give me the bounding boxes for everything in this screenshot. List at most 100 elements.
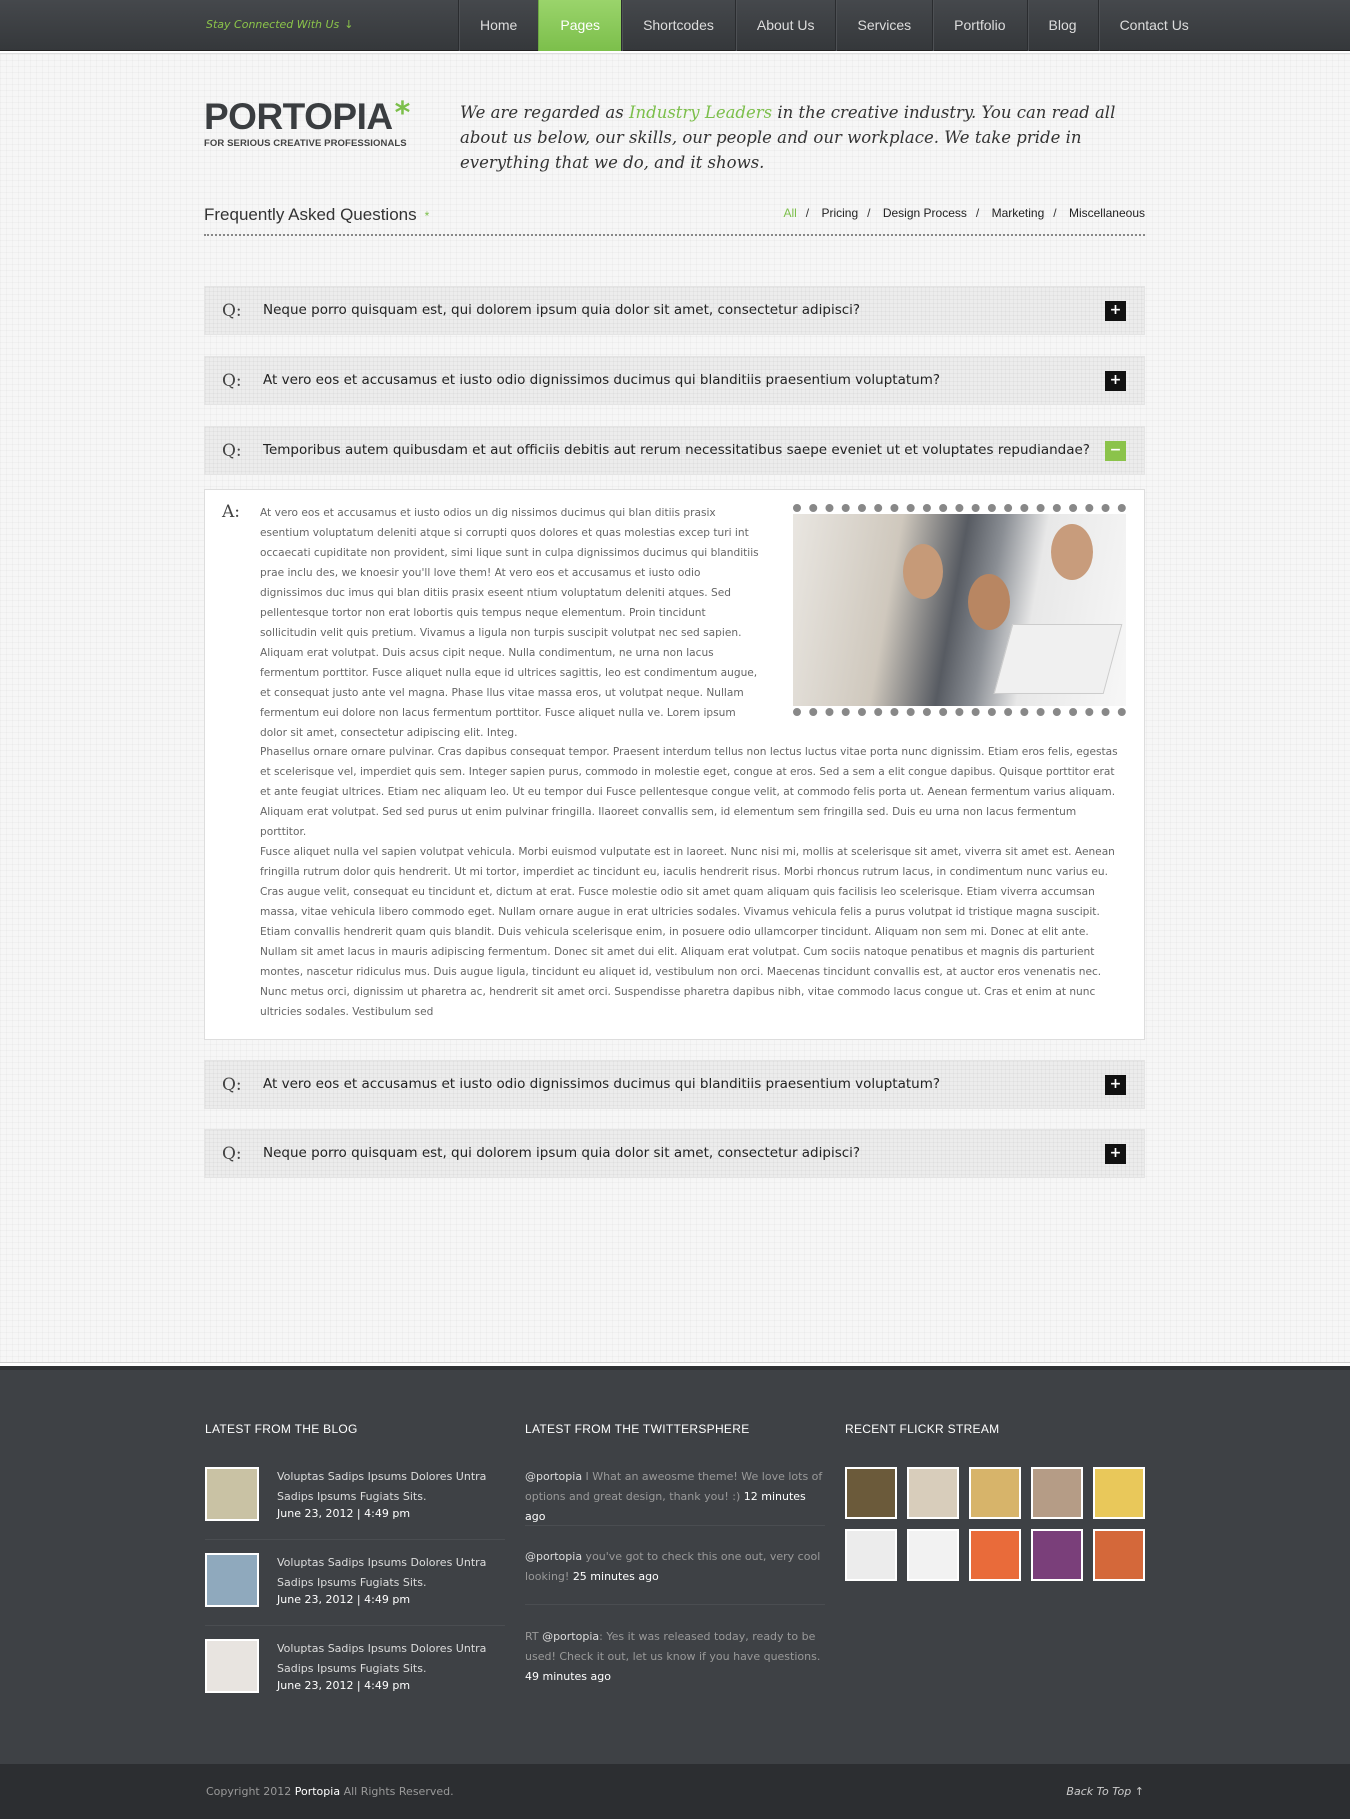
question-text: Temporibus autem quibusdam et aut offici… [263, 442, 1090, 458]
page-title: Frequently Asked Questions * [204, 205, 429, 225]
tweet-prefix: RT [525, 1630, 543, 1643]
filter-separator: / [805, 206, 810, 220]
faq-question-open[interactable]: Q: Temporibus autem quibusdam et aut off… [204, 426, 1145, 475]
flickr-thumbnail[interactable] [845, 1467, 897, 1519]
expand-plus-icon[interactable]: + [1105, 1075, 1126, 1095]
blog-thumbnail[interactable] [205, 1553, 259, 1607]
filter-pricing[interactable]: Pricing [821, 206, 858, 220]
answer-paragraph: At vero eos et accusamus et iusto odios … [260, 507, 759, 739]
nav-item-pages[interactable]: Pages [538, 0, 622, 51]
blog-post-title[interactable]: Voluptas Sadips Ipsums Dolores Untra Sad… [277, 1639, 497, 1679]
tweet-user[interactable]: @portopia [542, 1630, 599, 1643]
expand-plus-icon[interactable]: + [1105, 301, 1126, 321]
tweet-time[interactable]: 49 minutes ago [525, 1670, 611, 1683]
faq-question[interactable]: Q: At vero eos et accusamus et iusto odi… [204, 356, 1145, 405]
arrow-up-icon: ↑ [1134, 1785, 1144, 1798]
expand-plus-icon[interactable]: + [1105, 371, 1126, 391]
nav-item-portfolio[interactable]: Portfolio [932, 0, 1026, 51]
top-navigation-bar: Stay Connected With Us ↓ Home Pages Short… [0, 0, 1350, 51]
flickr-thumbnail[interactable] [1093, 1467, 1145, 1519]
divider [205, 1539, 505, 1540]
person-shape [1051, 524, 1093, 580]
question-label: Q: [222, 441, 242, 461]
faq-question[interactable]: Q: Neque porro quisquam est, qui dolorem… [204, 286, 1145, 335]
filter-marketing[interactable]: Marketing [992, 206, 1045, 220]
footer: LATEST FROM THE BLOG Voluptas Sadips Ips… [0, 1366, 1350, 1764]
laptop-shape [993, 624, 1123, 694]
stay-connected-link[interactable]: Stay Connected With Us ↓ [206, 18, 354, 31]
divider [205, 1625, 505, 1626]
expand-plus-icon[interactable]: + [1105, 1144, 1126, 1164]
footer-blog-column: LATEST FROM THE BLOG Voluptas Sadips Ips… [205, 1422, 505, 1693]
filter-separator: / [867, 206, 871, 220]
site-logo[interactable]: PORTOPIA* FOR SERIOUS CREATIVE PROFESSIO… [204, 96, 410, 149]
divider [525, 1604, 825, 1605]
copyright-brand-link[interactable]: Portopia [295, 1785, 340, 1798]
person-shape [903, 544, 943, 599]
faq-question[interactable]: Q: At vero eos et accusamus et iusto odi… [204, 1060, 1145, 1109]
nav-item-shortcodes[interactable]: Shortcodes [621, 0, 735, 51]
nav-item-contact-us[interactable]: Contact Us [1097, 0, 1210, 51]
person-shape [968, 574, 1010, 630]
flickr-thumbnail[interactable] [969, 1529, 1021, 1581]
blog-post-date: June 23, 2012 | 4:49 pm [277, 1507, 411, 1520]
team-photo [793, 504, 1126, 716]
flickr-thumbnail[interactable] [907, 1467, 959, 1519]
back-to-top-link[interactable]: Back To Top ↑ [1066, 1785, 1144, 1798]
nav-item-about-us[interactable]: About Us [734, 0, 836, 51]
back-to-top-label: Back To Top [1066, 1785, 1132, 1798]
nav-item-home[interactable]: Home [458, 0, 538, 51]
blog-post-date: June 23, 2012 | 4:49 pm [277, 1593, 411, 1606]
question-label: Q: [222, 301, 242, 321]
flickr-thumbnail[interactable] [969, 1467, 1021, 1519]
copyright-bar: Copyright 2012 Portopia All Rights Reser… [0, 1764, 1350, 1819]
question-label: Q: [222, 371, 242, 391]
blog-post[interactable]: Voluptas Sadips Ipsums Dolores Untra Sad… [205, 1553, 505, 1628]
tweet: @portopia I What an aweosme theme! We lo… [525, 1467, 825, 1527]
blog-post-title[interactable]: Voluptas Sadips Ipsums Dolores Untra Sad… [277, 1553, 497, 1593]
page-title-text: Frequently Asked Questions [204, 205, 417, 224]
intro-highlight: Industry Leaders [628, 103, 773, 122]
copyright-text: Copyright 2012 Portopia All Rights Reser… [206, 1785, 454, 1798]
footer-heading: LATEST FROM THE TWITTERSPHERE [525, 1422, 750, 1436]
question-text: Neque porro quisquam est, qui dolorem ip… [263, 1145, 861, 1161]
filter-design-process[interactable]: Design Process [883, 206, 967, 220]
question-text: Neque porro quisquam est, qui dolorem ip… [263, 302, 861, 318]
flickr-thumbnail[interactable] [1031, 1529, 1083, 1581]
divider [525, 1525, 825, 1526]
tweet: RT @portopia: Yes it was released today,… [525, 1627, 825, 1687]
blog-thumbnail[interactable] [205, 1467, 259, 1521]
logo-text: PORTOPIA [204, 96, 393, 137]
blog-post-title[interactable]: Voluptas Sadips Ipsums Dolores Untra Sad… [277, 1467, 497, 1507]
flickr-thumbnail[interactable] [845, 1529, 897, 1581]
nav-item-services[interactable]: Services [835, 0, 932, 51]
footer-heading: RECENT FLICKR STREAM [845, 1422, 1000, 1436]
blog-post[interactable]: Voluptas Sadips Ipsums Dolores Untra Sad… [205, 1467, 505, 1542]
main-nav: Home Pages Shortcodes About Us Services … [458, 0, 1210, 51]
flickr-thumbnail[interactable] [1031, 1467, 1083, 1519]
logo-tagline: FOR SERIOUS CREATIVE PROFESSIONALS [204, 138, 407, 149]
flickr-thumbnail[interactable] [907, 1529, 959, 1581]
copyright-prefix: Copyright 2012 [206, 1785, 295, 1798]
team-photo-image [793, 514, 1126, 706]
filter-all[interactable]: All [783, 206, 796, 220]
footer-twitter-column: LATEST FROM THE TWITTERSPHERE @portopia … [525, 1422, 825, 1683]
intro-text-start: We are regarded as [460, 103, 629, 122]
footer-flickr-column: RECENT FLICKR STREAM [845, 1422, 1147, 1581]
blog-post-date: June 23, 2012 | 4:49 pm [277, 1679, 411, 1692]
tweet-user[interactable]: @portopia [525, 1550, 582, 1563]
blog-post[interactable]: Voluptas Sadips Ipsums Dolores Untra Sad… [205, 1639, 505, 1714]
tweet-user[interactable]: @portopia [525, 1470, 582, 1483]
blog-thumbnail[interactable] [205, 1639, 259, 1693]
question-label: Q: [222, 1144, 242, 1164]
copyright-suffix: All Rights Reserved. [340, 1785, 454, 1798]
flickr-thumbnail[interactable] [1093, 1529, 1145, 1581]
tweet-time[interactable]: 25 minutes ago [573, 1570, 659, 1583]
collapse-minus-icon[interactable]: − [1105, 441, 1126, 461]
nav-item-blog[interactable]: Blog [1026, 0, 1098, 51]
arrow-down-icon: ↓ [344, 18, 354, 31]
faq-question[interactable]: Q: Neque porro quisquam est, qui dolorem… [204, 1129, 1145, 1178]
asterisk-icon: * [424, 208, 430, 223]
filter-miscellaneous[interactable]: Miscellaneous [1069, 206, 1145, 220]
filter-separator: / [975, 206, 980, 220]
